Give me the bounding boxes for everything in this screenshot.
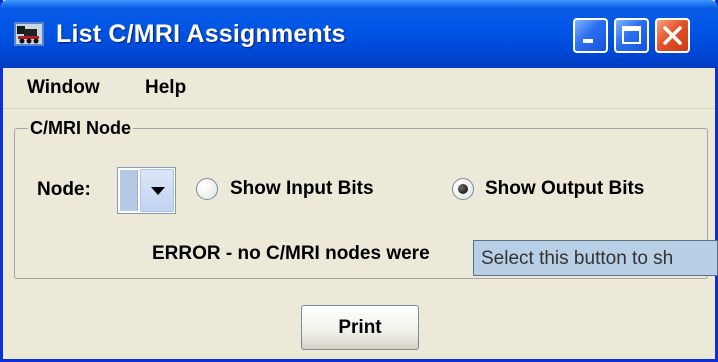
menu-bar: Window Help [3,68,715,109]
show-input-bits-label[interactable]: Show Input Bits [230,178,374,200]
tooltip: Select this button to sh [473,240,718,276]
node-label: Node: [37,179,91,200]
title-bar[interactable]: List C/MRI Assignments [0,0,718,68]
node-select-value[interactable] [120,170,138,211]
show-output-bits-radio[interactable] [452,178,474,200]
maximize-button[interactable] [614,18,649,53]
close-icon [663,26,682,45]
node-select-dropdown-button[interactable] [140,169,174,212]
chevron-down-icon [151,187,165,195]
maximize-icon [622,26,641,44]
menu-window[interactable]: Window [27,77,100,99]
minimize-icon [583,39,593,43]
show-input-bits-radio[interactable] [196,178,218,200]
tooltip-text: Select this button to sh [481,248,674,269]
window-title: List C/MRI Assignments [56,20,346,48]
print-button[interactable]: Print [301,305,419,350]
show-output-bits-label[interactable]: Show Output Bits [485,178,644,200]
app-train-icon [14,22,44,46]
groupbox-title: C/MRI Node [28,118,133,139]
menu-help[interactable]: Help [145,77,186,99]
minimize-button[interactable] [573,18,608,53]
error-message: ERROR - no C/MRI nodes were [152,243,430,264]
radio-selected-dot-icon [458,184,468,194]
node-select[interactable] [117,167,176,214]
close-button[interactable] [655,18,690,53]
